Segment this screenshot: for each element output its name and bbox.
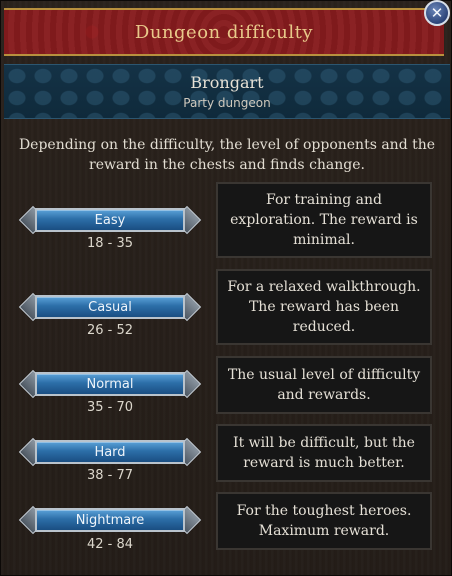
difficulty-label: Hard <box>35 440 185 464</box>
difficulty-button-normal[interactable]: Normal <box>18 369 202 399</box>
level-range-hard: 38 - 77 <box>86 468 134 483</box>
difficulty-button-hard[interactable]: Hard <box>18 437 202 467</box>
difficulty-label: Easy <box>35 208 185 232</box>
difficulty-label: Nightmare <box>35 508 185 532</box>
level-range-easy: 18 - 35 <box>86 236 134 251</box>
description-hard: It will be difficult, but the reward is … <box>216 424 432 482</box>
level-range-normal: 35 - 70 <box>86 400 134 415</box>
dungeon-type: Party dungeon <box>183 96 271 110</box>
title-bar: Dungeon difficulty <box>4 8 444 56</box>
level-range-casual: 26 - 52 <box>86 323 134 338</box>
close-button[interactable]: ✕ <box>424 0 450 26</box>
difficulty-button-nightmare[interactable]: Nightmare <box>18 505 202 535</box>
difficulty-label: Normal <box>35 372 185 396</box>
difficulty-button-easy[interactable]: Easy <box>18 205 202 235</box>
difficulty-label: Casual <box>35 295 185 319</box>
description-nightmare: For the toughest heroes. Maximum reward. <box>216 492 432 550</box>
description-casual: For a relaxed walkthrough. The reward ha… <box>216 269 432 345</box>
dungeon-header: Brongart Party dungeon <box>4 64 450 119</box>
intro-text: Depending on the difficulty, the level o… <box>18 137 436 173</box>
description-easy: For training and exploration. The reward… <box>216 182 432 258</box>
difficulty-button-casual[interactable]: Casual <box>18 292 202 322</box>
window-title: Dungeon difficulty <box>134 21 314 43</box>
level-range-nightmare: 42 - 84 <box>86 537 134 552</box>
description-normal: The usual level of difficulty and reward… <box>216 356 432 414</box>
close-icon: ✕ <box>430 4 444 22</box>
dungeon-difficulty-window: Dungeon difficulty Brongart Party dungeo… <box>0 0 452 576</box>
dungeon-name: Brongart <box>190 73 264 92</box>
